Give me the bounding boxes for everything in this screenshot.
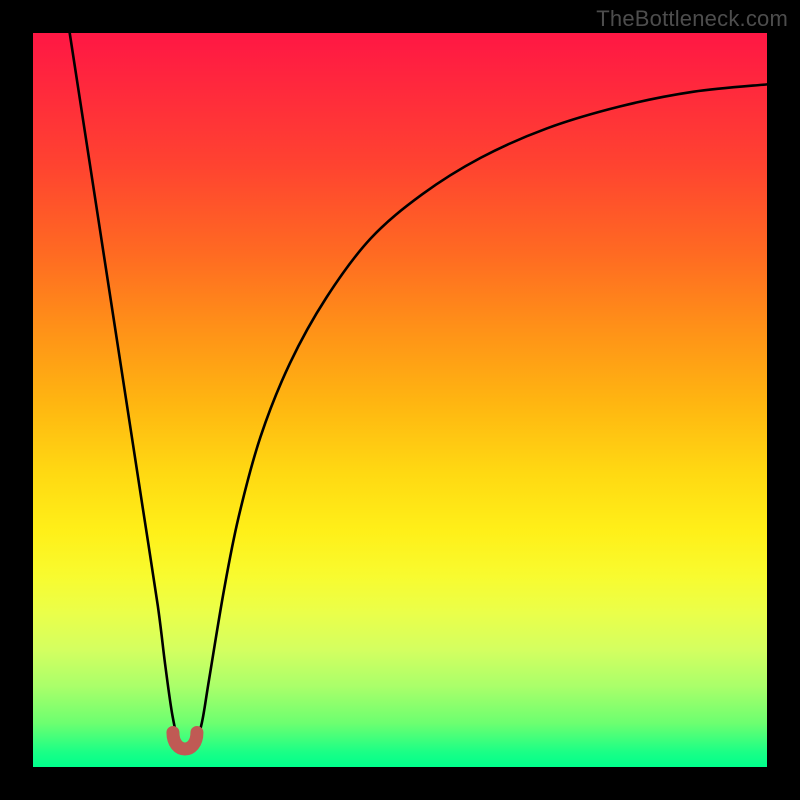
cusp-marker-path <box>173 732 197 749</box>
bottleneck-curve-path <box>70 33 767 747</box>
curve-svg <box>33 33 767 767</box>
attribution-label: TheBottleneck.com <box>596 6 788 32</box>
plot-area <box>33 33 767 767</box>
chart-frame: TheBottleneck.com <box>0 0 800 800</box>
